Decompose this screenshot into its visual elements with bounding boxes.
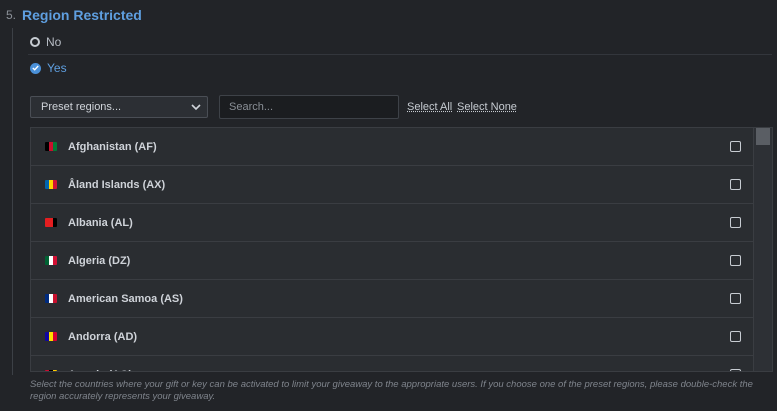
country-row[interactable]: Andorra (AD): [31, 318, 753, 356]
al-flag-icon: [45, 218, 57, 227]
country-row[interactable]: Angola (AO): [31, 356, 753, 372]
country-list[interactable]: Afghanistan (AF) Åland Islands (AX) Albani…: [30, 127, 773, 372]
country-row[interactable]: Algeria (DZ): [31, 242, 753, 280]
section-guide-line: [12, 28, 13, 375]
country-checkbox[interactable]: [730, 331, 741, 342]
country-name: Åland Islands (AX): [68, 178, 166, 191]
country-list-scrollbar[interactable]: [753, 128, 772, 371]
preset-regions-select[interactable]: Preset regions...: [30, 96, 208, 118]
country-name: Albania (AL): [68, 216, 133, 229]
as-flag-icon: [45, 294, 57, 303]
scrollbar-thumb[interactable]: [756, 128, 770, 145]
country-row[interactable]: Afghanistan (AF): [31, 128, 753, 166]
radio-option-yes[interactable]: Yes: [30, 59, 67, 77]
country-checkbox[interactable]: [730, 293, 741, 304]
country-checkbox[interactable]: [730, 369, 741, 371]
option-divider: [28, 54, 772, 55]
radio-label-yes: Yes: [47, 61, 67, 75]
radio-option-no[interactable]: No: [30, 33, 61, 51]
radio-checked-icon[interactable]: [30, 62, 41, 74]
helper-text: Select the countries where your gift or …: [30, 379, 753, 402]
country-row[interactable]: American Samoa (AS): [31, 280, 753, 318]
section-title: Region Restricted: [22, 7, 142, 23]
radio-unchecked-icon[interactable]: [30, 37, 40, 47]
country-row[interactable]: Åland Islands (AX): [31, 166, 753, 204]
country-checkbox[interactable]: [730, 255, 741, 266]
ad-flag-icon: [45, 332, 57, 341]
country-search-input[interactable]: [219, 95, 399, 119]
country-controls: Preset regions... Select All Select None: [30, 95, 770, 119]
ax-flag-icon: [45, 180, 57, 189]
chevron-down-icon: [191, 104, 201, 111]
section-number: 5.: [6, 8, 17, 22]
select-none-link[interactable]: Select None: [457, 101, 517, 113]
country-row[interactable]: Albania (AL): [31, 204, 753, 242]
ao-flag-icon: [45, 370, 57, 371]
section-header: 5. Region Restricted: [6, 6, 142, 24]
radio-label-no: No: [46, 35, 62, 49]
dz-flag-icon: [45, 256, 57, 265]
country-checkbox[interactable]: [730, 141, 741, 152]
country-name: Andorra (AD): [68, 330, 138, 343]
select-all-link[interactable]: Select All: [407, 101, 452, 113]
af-flag-icon: [45, 142, 57, 151]
country-name: Algeria (DZ): [68, 254, 131, 267]
country-name: Angola (AO): [68, 369, 132, 372]
country-checkbox[interactable]: [730, 179, 741, 190]
country-name: American Samoa (AS): [68, 292, 183, 305]
preset-regions-label: Preset regions...: [41, 101, 122, 113]
country-checkbox[interactable]: [730, 217, 741, 228]
country-name: Afghanistan (AF): [68, 140, 157, 153]
